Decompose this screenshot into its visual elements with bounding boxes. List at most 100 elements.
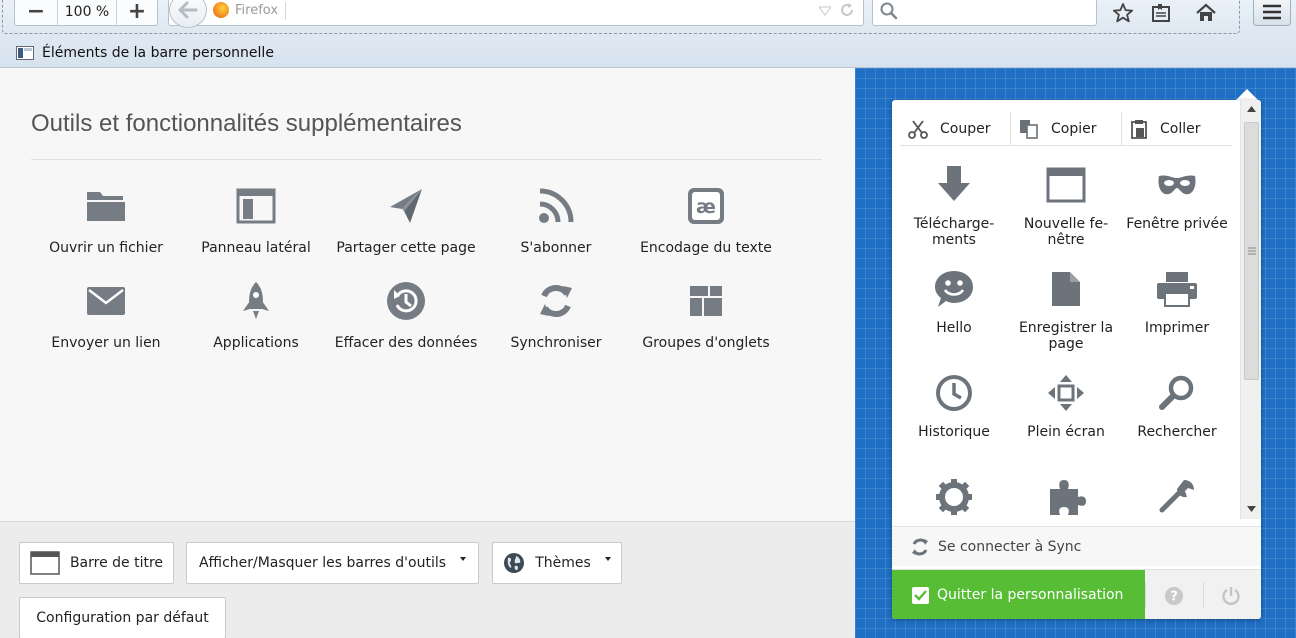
panel-item-label: Fenêtre privée xyxy=(1126,216,1228,232)
zoom-reset-button[interactable]: 100 % xyxy=(57,0,117,25)
document-icon xyxy=(1052,272,1080,306)
svg-text:?: ? xyxy=(1170,590,1178,605)
palette-item-subscribe[interactable]: S'abonner xyxy=(481,185,631,256)
palette-item-sidebar[interactable]: Panneau latéral xyxy=(181,185,331,256)
panel-item-label: Télécharge- ments xyxy=(913,216,995,248)
panel-arrow xyxy=(1236,89,1258,100)
bookmarks-toolbar: Éléments de la barre personnelle xyxy=(0,38,1296,68)
paper-plane-icon xyxy=(390,189,422,223)
back-arrow-icon xyxy=(178,1,198,19)
url-bar[interactable]: Firefox xyxy=(168,0,864,28)
palette-item-label: Partager cette page xyxy=(336,240,476,256)
menu-panel: Couper Copier Coller Télécharge- ments N… xyxy=(892,100,1261,619)
restore-defaults-button[interactable]: Configuration par défaut xyxy=(19,597,226,638)
bookmark-star-button[interactable] xyxy=(1110,1,1136,25)
panel-item-fullscreen[interactable]: Plein écran xyxy=(1010,372,1122,440)
panel-item-developer[interactable] xyxy=(1121,476,1233,518)
palette-item-label: Groupes d'onglets xyxy=(642,335,770,351)
rss-feed-icon xyxy=(539,188,574,223)
cut-label: Couper xyxy=(940,120,991,137)
zoom-controls: − 100 % + xyxy=(14,0,158,26)
checkmark-icon xyxy=(912,586,929,604)
scrollbar-thumb[interactable] xyxy=(1244,122,1259,380)
search-bar[interactable] xyxy=(872,0,1097,26)
paste-button[interactable]: Coller xyxy=(1121,112,1232,145)
panel-item-preferences[interactable] xyxy=(898,476,1010,518)
restore-defaults-label: Configuration par défaut xyxy=(36,610,209,626)
home-icon xyxy=(1196,3,1216,21)
themes-menu-button[interactable]: Thèmes xyxy=(492,542,622,584)
identity-box[interactable]: Firefox xyxy=(213,2,278,18)
palette-item-sync[interactable]: Synchroniser xyxy=(481,280,631,351)
palette-item-label: Ouvrir un fichier xyxy=(49,240,163,256)
toolbars-menu-button[interactable]: Afficher/Masquer les barres d'outils xyxy=(186,542,479,584)
question-mark-icon: ? xyxy=(1165,587,1183,605)
copy-label: Copier xyxy=(1051,120,1097,137)
footer-separator xyxy=(1203,582,1204,608)
identity-label: Firefox xyxy=(235,2,279,18)
bookmarks-menu-button[interactable] xyxy=(1148,1,1174,25)
title-bar-label: Barre de titre xyxy=(69,555,164,571)
grip-icon xyxy=(1248,247,1256,255)
zoom-in-button[interactable]: + xyxy=(117,0,157,25)
palette-item-forget-history[interactable]: Effacer des données xyxy=(331,280,481,351)
private-mask-icon xyxy=(1158,175,1196,195)
url-separator xyxy=(285,2,286,20)
sync-signin-label: Se connecter à Sync xyxy=(938,538,1082,555)
palette-item-email-link[interactable]: Envoyer un lien xyxy=(31,280,181,351)
palette-divider xyxy=(31,159,822,160)
palette-item-open-file[interactable]: Ouvrir un fichier xyxy=(31,185,181,256)
quit-application-button[interactable] xyxy=(1217,582,1245,610)
paste-label: Coller xyxy=(1160,120,1201,137)
reload-button[interactable] xyxy=(839,2,855,22)
home-button[interactable] xyxy=(1193,1,1219,25)
sync-small-icon xyxy=(912,538,928,555)
panel-item-save-page[interactable]: Enregistrer la page xyxy=(1010,268,1122,352)
title-bar-toggle-button[interactable]: Barre de titre xyxy=(19,542,174,584)
cut-button[interactable]: Couper xyxy=(900,112,1010,145)
panel-item-downloads[interactable]: Télécharge- ments xyxy=(898,164,1010,248)
text-encoding-icon: æ xyxy=(688,188,724,224)
search-icon xyxy=(879,1,899,25)
nav-toolbar: − 100 % + Firefox xyxy=(0,0,1296,38)
url-history-dropdown[interactable] xyxy=(818,4,832,20)
panel-item-label: Imprimer xyxy=(1144,320,1210,336)
wrench-icon xyxy=(1159,480,1194,513)
printer-icon xyxy=(1157,272,1197,307)
main-menu-button[interactable] xyxy=(1253,0,1291,26)
envelope-icon xyxy=(87,287,125,315)
help-button[interactable]: ? xyxy=(1160,582,1188,610)
panel-item-print[interactable]: Imprimer xyxy=(1121,268,1233,336)
magnifier-icon xyxy=(1159,375,1194,410)
sidebar-icon xyxy=(236,188,276,224)
bookmarks-toolbar-label: Éléments de la barre personnelle xyxy=(42,44,274,61)
panel-item-new-window[interactable]: Nouvelle fe- nêtre xyxy=(1010,164,1122,248)
panel-footer: Quitter la personnalisation ? xyxy=(892,569,1261,619)
sync-signin-button[interactable]: Se connecter à Sync xyxy=(892,526,1261,566)
palette-item-share-page[interactable]: Partager cette page xyxy=(331,185,481,256)
bookmarks-toolbar-items-icon xyxy=(16,45,34,60)
panel-item-find[interactable]: Rechercher xyxy=(1121,372,1233,440)
new-window-icon xyxy=(1046,167,1086,203)
panel-item-label: Rechercher xyxy=(1137,424,1217,440)
footer-separator xyxy=(1145,582,1146,608)
panel-item-label: Plein écran xyxy=(1027,424,1105,440)
palette-item-text-encoding[interactable]: æ Encodage du texte xyxy=(631,185,781,256)
panel-item-history[interactable]: Historique xyxy=(898,372,1010,440)
palette-item-apps[interactable]: Applications xyxy=(181,280,331,351)
panel-scrollbar[interactable] xyxy=(1240,100,1261,519)
copy-button[interactable]: Copier xyxy=(1010,112,1121,145)
palette-item-label: S'abonner xyxy=(520,240,592,256)
panel-item-addons[interactable] xyxy=(1010,476,1122,518)
forget-clock-icon xyxy=(387,282,425,320)
customize-palette: Outils et fonctionnalités supplémentaire… xyxy=(0,68,855,521)
palette-item-label: Synchroniser xyxy=(510,335,602,351)
palette-item-tab-groups[interactable]: Groupes d'onglets xyxy=(631,280,781,351)
zoom-out-button[interactable]: − xyxy=(15,0,57,25)
download-arrow-icon xyxy=(938,166,970,201)
panel-item-hello[interactable]: Hello xyxy=(898,268,1010,336)
panel-item-private-window[interactable]: Fenêtre privée xyxy=(1121,164,1233,232)
exit-customize-button[interactable]: Quitter la personnalisation xyxy=(892,570,1145,619)
reload-icon xyxy=(841,3,853,16)
back-button[interactable] xyxy=(169,0,207,28)
